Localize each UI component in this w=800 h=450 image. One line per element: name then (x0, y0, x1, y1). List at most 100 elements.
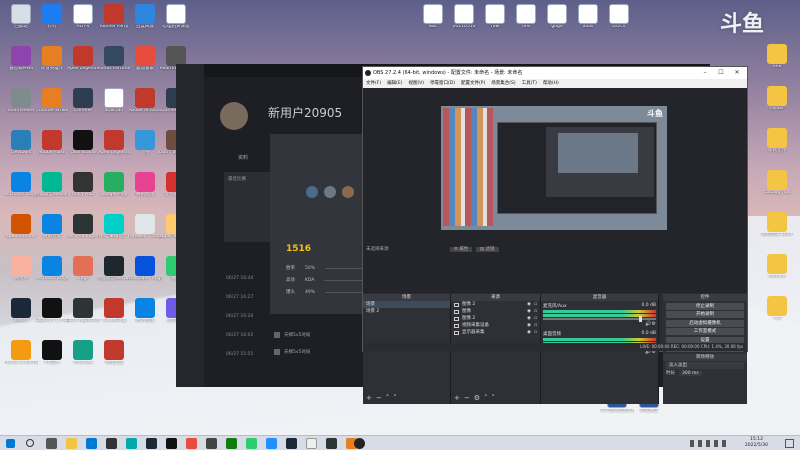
maximize-button[interactable]: ☐ (713, 67, 729, 79)
desktop-icon[interactable]: 腾讯会议 (35, 214, 69, 240)
desktop-icon[interactable]: Google Play (97, 172, 131, 198)
desktop-icon[interactable]: Microsoft Edge (35, 256, 69, 282)
eye-icon[interactable]: ◉ (527, 330, 531, 335)
steam-icon[interactable] (286, 438, 297, 449)
desktop-icon[interactable]: Adobe Flash (35, 130, 69, 156)
desktop-folder[interactable]: T10 (760, 296, 794, 322)
desktop-icon[interactable]: Ranus Fortune (97, 46, 131, 72)
desktop-icon[interactable]: Steam (4, 298, 38, 324)
match-item[interactable]: 天梯5v5对局 (274, 343, 310, 360)
desktop-icon[interactable]: Runnel Party (97, 4, 131, 30)
desktop-folder[interactable]: CatDog Tips (760, 170, 794, 196)
control-button[interactable]: 启动虚拟摄像机 (666, 319, 744, 327)
desktop-icon[interactable]: 驱动管家 (128, 46, 162, 72)
desktop-folder[interactable]: 游戏合集 2003 (760, 212, 794, 238)
search-icon[interactable] (26, 439, 34, 447)
eye-icon[interactable]: ◉ (527, 323, 531, 328)
lock-icon[interactable]: ▫ (534, 302, 537, 307)
eye-icon[interactable]: ◉ (527, 309, 531, 314)
transition-select[interactable]: 淡入淡出 (666, 362, 744, 369)
obs-preview[interactable]: 斗鱼 未选择来源 ⚙ 属性 ▤ 滤镜 (363, 88, 747, 293)
properties-button[interactable]: ⚙ 属性 (449, 247, 473, 252)
menu-item[interactable]: 配置文件(P) (461, 79, 485, 88)
source-item[interactable]: 图像 2 ◉ ▫ (451, 315, 540, 322)
desktop-icon[interactable]: Unity Hub (66, 172, 100, 198)
desktop-icon[interactable]: VeryKuai (66, 340, 100, 366)
tiktok-icon[interactable] (166, 438, 177, 449)
desktop-icon[interactable]: Counter-Strike (35, 88, 69, 114)
desktop-icon[interactable]: 心理相关课程 (159, 4, 193, 30)
obs-window[interactable]: OBS 27.2.4 (64-bit, windows) - 配置文件: 未命名… (362, 66, 748, 404)
desktop-icon[interactable]: 腾讯视频 (128, 298, 162, 324)
monitor-icon[interactable] (326, 438, 337, 449)
desktop-file[interactable]: xdas (571, 4, 605, 30)
desktop-icon[interactable]: Little Nightmares (66, 298, 100, 324)
lock-icon[interactable]: ▫ (534, 323, 537, 328)
source-item[interactable]: 视频采集设备 ◉ ▫ (451, 322, 540, 329)
desktop-folder[interactable]: ARK (760, 44, 794, 70)
source-item[interactable]: 图像 2 ◉ ▫ (451, 301, 540, 308)
wechat-icon[interactable] (246, 438, 257, 449)
desktop-icon[interactable]: Logi (66, 256, 100, 282)
source-item[interactable]: 显示器采集 ◉ ▫ (451, 329, 540, 336)
desktop-icon[interactable]: XL-Setting (97, 298, 131, 324)
qq-icon[interactable] (266, 438, 277, 449)
desktop-icon[interactable]: 腾讯Ts (4, 256, 38, 282)
taskbar-clock[interactable]: 15:12 2022/5/30 (745, 437, 768, 449)
desktop-icon[interactable]: Chrome (66, 88, 100, 114)
steam-taskbar-icon[interactable] (146, 438, 157, 449)
user-avatar[interactable] (220, 102, 248, 130)
lock-icon[interactable]: ▫ (534, 309, 537, 314)
desktop-icon[interactable]: TeamViewer (4, 88, 38, 114)
control-button[interactable]: 工作室模式 (666, 328, 744, 335)
desktop-icon[interactable]: 钉钉 (35, 4, 69, 30)
desktop-icon[interactable]: Logitech G HUB (35, 298, 69, 324)
edge-icon[interactable] (126, 438, 137, 449)
volume-slider[interactable] (543, 316, 656, 322)
desktop-icon[interactable]: 冰雪英雄传 (35, 46, 69, 72)
start-button[interactable] (6, 439, 15, 448)
menu-item[interactable]: 场景集合(S) (491, 79, 515, 88)
desktop-icon[interactable]: 洛克王国 (97, 340, 131, 366)
desktop-icon[interactable]: Adobe Acrobat (128, 88, 162, 114)
wegame-icon[interactable] (306, 438, 317, 449)
menu-item[interactable]: 编辑(E) (387, 79, 402, 88)
menu-item[interactable]: 工具(T) (522, 79, 537, 88)
task-view-icon[interactable] (46, 438, 57, 449)
notification-icon[interactable] (785, 439, 794, 448)
lock-icon[interactable]: ▫ (534, 330, 537, 335)
desktop-icon[interactable]: Devtools (4, 130, 38, 156)
desktop-icon[interactable]: 英雄联盟WeGame (97, 256, 131, 282)
eye-icon[interactable]: ◉ (527, 316, 531, 321)
desktop-folder[interactable]: 项目文件 (760, 128, 794, 154)
sources-toolbar[interactable]: +−⚙˄˅ (454, 394, 499, 402)
desktop-file[interactable]: Bac (416, 4, 450, 30)
explorer-icon[interactable] (66, 438, 77, 449)
desktop-file[interactable]: 20210510 (447, 4, 481, 30)
desktop-icon[interactable]: 回收站 (4, 4, 38, 30)
scenes-toolbar[interactable]: +−˄˅ (366, 394, 401, 402)
scene-item[interactable]: 场景 2 (363, 308, 450, 315)
desktop-icon[interactable]: 英雄联盟WeGame (35, 172, 69, 198)
close-button[interactable]: ✕ (729, 67, 745, 79)
desktop-icon[interactable]: OBS Studio (66, 130, 100, 156)
desktop-icon[interactable]: 腾讯视频 (128, 172, 162, 198)
desktop-icon[interactable]: ALTF4 (66, 4, 100, 30)
desktop-file[interactable]: DOCX (602, 4, 636, 30)
menu-item[interactable]: 视图(V) (408, 79, 424, 88)
desktop-icon[interactable]: Wallpaper Engine (128, 256, 162, 282)
volume-slider-handle[interactable] (639, 316, 642, 322)
obs-taskbar-icon[interactable] (354, 438, 365, 449)
desktop-file[interactable]: dns (509, 4, 543, 30)
match-item[interactable]: 天梯5v5对局 (274, 326, 310, 343)
source-item[interactable]: 图像 ◉ ▫ (451, 308, 540, 315)
desktop-icon[interactable]: 飞书 (128, 130, 162, 156)
control-button[interactable]: 开始录制 (666, 311, 744, 318)
game-icon[interactable] (206, 438, 217, 449)
scene-item[interactable]: 场景 (363, 301, 450, 308)
tray-icons[interactable] (690, 440, 730, 447)
desktop-icon[interactable]: 和起来做设计 (97, 214, 131, 240)
minimize-button[interactable]: – (697, 67, 713, 79)
desktop-folder[interactable]: Archive (760, 254, 794, 280)
desktop-icon[interactable]: Plants vs Zombies (4, 340, 38, 366)
